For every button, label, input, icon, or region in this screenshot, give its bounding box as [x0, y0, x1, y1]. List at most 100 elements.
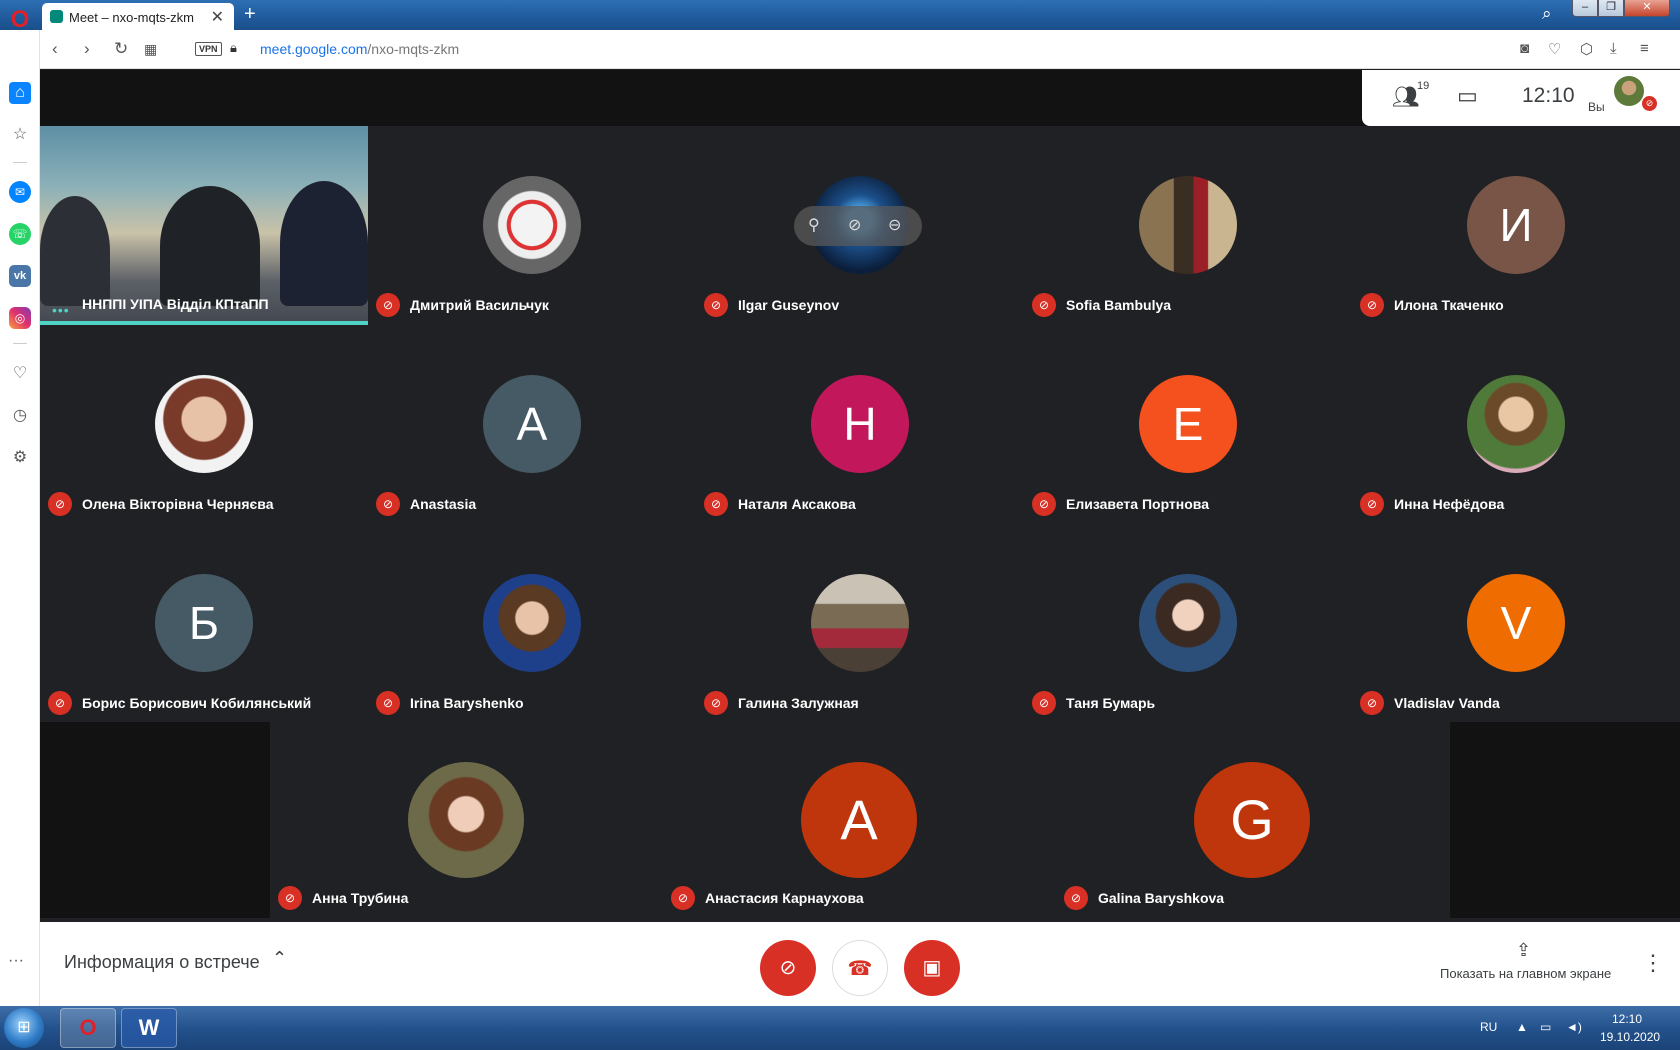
participant-tile[interactable]: ⊘ Инна Нефёдова	[1352, 325, 1680, 524]
participant-tile[interactable]: Е ⊘ Елизавета Портнова	[1024, 325, 1352, 524]
maximize-button[interactable]: ❐	[1598, 0, 1624, 17]
close-window-button[interactable]: ✕	[1624, 0, 1670, 17]
tab-close-button[interactable]: ✕	[211, 7, 224, 27]
taskbar-opera-icon[interactable]: O	[60, 1008, 116, 1048]
participant-tile[interactable]: ⊘ Irina Baryshenko	[368, 524, 696, 723]
mic-off-icon: ⊘	[1064, 886, 1088, 910]
meeting-info-button[interactable]: Информация о встрече	[64, 952, 260, 973]
pin-icon[interactable]: ⚲	[808, 215, 820, 235]
minimize-button[interactable]: –	[1572, 0, 1598, 17]
participant-tile[interactable]: ⊘ Дмитрий Васильчук	[368, 126, 696, 325]
url-path: /nxo-mqts-zkm	[367, 41, 460, 57]
heart-icon[interactable]: ♡	[9, 363, 31, 385]
tabs-grid-icon[interactable]: ▦	[144, 41, 157, 58]
settings-gear-icon[interactable]: ⚙	[9, 447, 31, 469]
instagram-icon[interactable]: ◎	[9, 307, 31, 329]
tray-expand-icon[interactable]: ▲	[1516, 1020, 1528, 1034]
participant-name: Galina Baryshkova	[1098, 890, 1225, 906]
mic-off-icon: ⊘	[1360, 691, 1384, 715]
participant-tile[interactable]: И ⊘ Илона Ткаченко	[1352, 126, 1680, 325]
volume-icon[interactable]: ◄)	[1566, 1020, 1582, 1034]
tray-time[interactable]: 12:10	[1612, 1012, 1642, 1026]
browser-tab[interactable]: Meet – nxo-mqts-zkm ✕	[42, 3, 234, 30]
download-icon[interactable]: ⤓	[1610, 40, 1617, 57]
url-field[interactable]: meet.google.com/nxo-mqts-zkm	[260, 41, 459, 57]
chevron-up-icon[interactable]: ⌃	[272, 948, 287, 969]
participant-name: Наталя Аксакова	[738, 496, 856, 512]
participant-name: Елизавета Портнова	[1066, 496, 1210, 512]
participant-tile[interactable]: ⊘ Галина Залужная	[696, 524, 1024, 723]
start-button[interactable]: ⊞	[4, 1008, 44, 1048]
participant-tile[interactable]: A ⊘ Анастасия Карнаухова	[663, 722, 1056, 918]
people-icon[interactable]: 👥︎	[1392, 84, 1420, 110]
empty-grid-area	[40, 722, 270, 918]
mic-off-icon: ⊘	[1032, 293, 1056, 317]
reload-icon[interactable]: ↻	[114, 39, 128, 59]
tile-hover-actions: ⚲ ⊘ ⊖	[794, 206, 922, 246]
messenger-icon[interactable]: ✉	[9, 181, 31, 203]
address-bar: ‹ › ↻ ▦ VPN 🔒︎ meet.google.com/nxo-mqts-…	[40, 30, 1680, 69]
lock-icon[interactable]: 🔒︎	[230, 40, 237, 56]
participant-name: Анна Трубина	[312, 890, 409, 906]
participant-tile[interactable]: ⚲ ⊘ ⊖ ⊘ Ilgar Guseynov	[696, 126, 1024, 325]
speaking-indicator-icon: •••	[52, 302, 70, 318]
chat-icon[interactable]: ▭	[1457, 83, 1478, 109]
present-screen-icon[interactable]: ⇪	[1516, 940, 1531, 961]
meet-info-panel: 👥︎ 19 ▭ 12:10 Вы ⊘	[1362, 70, 1680, 126]
new-tab-button[interactable]: +	[244, 3, 256, 26]
browser-sidebar: ⌂ ☆ ✉ ☏ vk ◎ ♡ ◷ ⚙ ···	[0, 30, 40, 1006]
participant-avatar: Б	[155, 574, 253, 672]
participant-tile[interactable]: ⊘ Олена Вікторівна Черняєва	[40, 325, 368, 524]
participant-tile[interactable]: ⊘ Таня Бумарь	[1024, 524, 1352, 723]
mic-off-icon: ⊘	[671, 886, 695, 910]
camera-snapshot-icon[interactable]: ◙	[1520, 40, 1529, 57]
people-count: 19	[1417, 80, 1430, 92]
camera-toggle-button[interactable]: ▣	[904, 940, 960, 996]
history-clock-icon[interactable]: ◷	[9, 405, 31, 427]
mic-off-icon: ⊘	[704, 293, 728, 317]
participant-avatar: G	[1194, 762, 1310, 878]
present-screen-button[interactable]: Показать на главном экране	[1440, 966, 1611, 981]
participant-tile[interactable]: Н ⊘ Наталя Аксакова	[696, 325, 1024, 524]
home-icon[interactable]: ⌂	[9, 82, 31, 104]
participant-name: Дмитрий Васильчук	[410, 297, 549, 313]
participant-tile[interactable]: V ⊘ Vladislav Vanda	[1352, 524, 1680, 723]
extension-cube-icon[interactable]: ⬡	[1580, 40, 1593, 58]
forward-icon[interactable]: ›	[84, 39, 90, 59]
self-mic-off-icon: ⊘	[1642, 96, 1657, 111]
remove-participant-icon[interactable]: ⊖	[888, 215, 901, 235]
heart-bookmark-icon[interactable]: ♡	[1548, 40, 1561, 58]
easy-setup-icon[interactable]: ≡	[1640, 40, 1649, 57]
mic-toggle-button[interactable]: ⊘	[760, 940, 816, 996]
participant-tile[interactable]: ⊘ Sofia Bambulya	[1024, 126, 1352, 325]
mic-off-icon: ⊘	[376, 293, 400, 317]
meet-control-bar: Информация о встрече ⌃ ⊘ ☎︎ ▣ ⇪ Показать…	[40, 922, 1680, 1010]
self-avatar[interactable]	[1614, 76, 1644, 106]
participant-tile[interactable]: G ⊘ Galina Baryshkova	[1056, 722, 1449, 918]
back-icon[interactable]: ‹	[52, 39, 58, 59]
bookmark-star-icon[interactable]: ☆	[9, 124, 31, 146]
more-options-icon[interactable]: ⋮	[1642, 950, 1664, 976]
participant-tile[interactable]: Б ⊘ Борис Борисович Кобилянський	[40, 524, 368, 723]
vpn-badge[interactable]: VPN	[195, 42, 222, 56]
participant-tile[interactable]: A ⊘ Anastasia	[368, 325, 696, 524]
network-icon[interactable]: ▭	[1540, 1020, 1551, 1034]
participant-avatar	[483, 574, 581, 672]
keyboard-language[interactable]: RU	[1480, 1020, 1497, 1034]
mic-off-icon: ⊘	[48, 492, 72, 516]
whatsapp-icon[interactable]: ☏	[9, 223, 31, 245]
participant-tile[interactable]: ••• ННППІ УІПА Відділ КПтаПП	[40, 126, 368, 325]
mic-off-icon: ⊘	[1032, 691, 1056, 715]
vk-icon[interactable]: vk	[9, 265, 31, 287]
hangup-button[interactable]: ☎︎	[832, 940, 888, 996]
search-tabs-icon[interactable]: ⌕	[1542, 4, 1552, 24]
participant-tile[interactable]: ⊘ Анна Трубина	[270, 722, 663, 918]
window-titlebar: O Meet – nxo-mqts-zkm ✕ + ⌕ – ❐ ✕	[0, 0, 1680, 33]
participant-name: Илона Ткаченко	[1394, 297, 1504, 313]
mute-participant-icon[interactable]: ⊘	[848, 215, 861, 235]
participant-name: ННППІ УІПА Відділ КПтаПП	[82, 296, 269, 312]
tray-date[interactable]: 19.10.2020	[1600, 1030, 1660, 1044]
participant-name: Инна Нефёдова	[1394, 496, 1505, 512]
more-dots-icon[interactable]: ···	[8, 952, 24, 970]
taskbar-word-icon[interactable]: W	[121, 1008, 177, 1048]
